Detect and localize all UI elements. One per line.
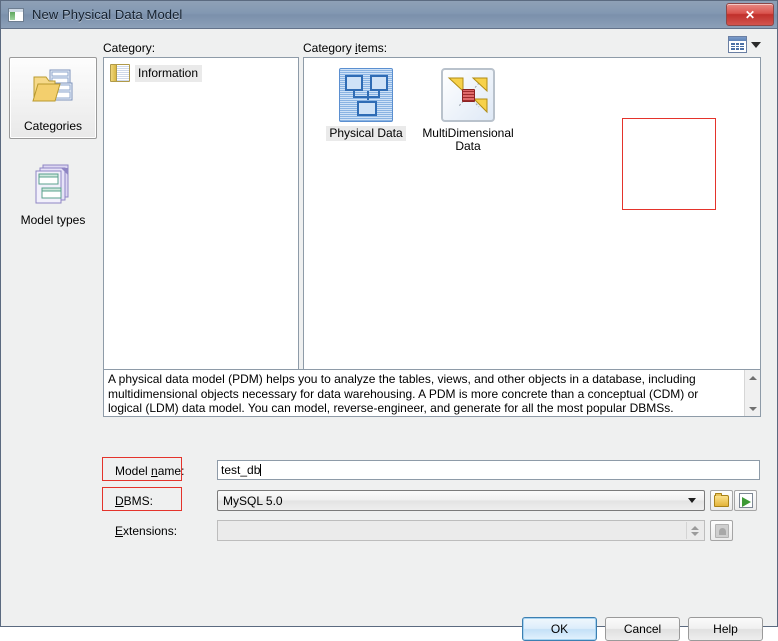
extensions-icon	[714, 523, 729, 538]
tile-label-line1: MultiDimensional	[422, 126, 514, 140]
ok-button[interactable]: OK	[522, 617, 597, 641]
category-list[interactable]: Information	[103, 57, 299, 387]
category-label: Category:	[103, 41, 156, 55]
folder-icon	[714, 492, 729, 507]
tile-label: MultiDimensional Data	[419, 126, 516, 154]
sidebar-item-categories[interactable]: Categories	[9, 57, 97, 139]
help-button[interactable]: Help	[688, 617, 763, 641]
chevron-down-icon[interactable]	[688, 498, 696, 503]
sidebar-item-label: Categories	[23, 119, 83, 133]
scroll-down-arrow-icon[interactable]	[745, 401, 760, 416]
sidebar-item-label: Model types	[20, 213, 86, 227]
dbms-browse-button[interactable]	[710, 490, 733, 511]
category-items-label: Category items:	[303, 41, 388, 55]
description-scrollbar[interactable]	[744, 370, 760, 416]
physical-data-icon	[339, 68, 393, 122]
extensions-button[interactable]	[710, 520, 733, 541]
window-title: New Physical Data Model	[32, 7, 183, 22]
description-text: A physical data model (PDM) helps you to…	[108, 372, 699, 415]
scroll-up-arrow-icon[interactable]	[745, 370, 760, 385]
tile-multidimensional-data[interactable]: MultiDimensional Data	[418, 68, 518, 154]
category-items-list[interactable]: Physical Data MultiDimensional Data	[303, 57, 761, 387]
extensions-input[interactable]	[217, 520, 705, 541]
window-model-icon	[8, 7, 24, 22]
close-button[interactable]: ✕	[726, 3, 774, 26]
new-document-icon	[738, 493, 753, 508]
title-bar: New Physical Data Model ✕	[1, 1, 777, 29]
dialog-window: New Physical Data Model ✕ Category: Cate…	[0, 0, 778, 641]
tile-label-line2: Data	[455, 139, 481, 153]
selection-highlight	[622, 118, 716, 210]
folder-pages-icon	[10, 64, 96, 116]
list-item-label: Information	[135, 64, 203, 82]
stacked-windows-icon	[10, 158, 96, 210]
tile-physical-data[interactable]: Physical Data	[316, 68, 416, 141]
extensions-label: Extensions:	[115, 524, 178, 538]
description-box: A physical data model (PDM) helps you to…	[103, 369, 761, 417]
model-name-value: test_db	[221, 463, 261, 477]
chevron-down-icon[interactable]	[751, 41, 761, 48]
dbms-new-button[interactable]	[734, 490, 757, 511]
information-book-icon	[110, 64, 130, 82]
dialog-client-area: Category: Category items: Categories Mod…	[1, 29, 777, 641]
model-name-label: Model name:	[115, 464, 185, 478]
multidimensional-data-icon	[441, 68, 495, 122]
model-name-input[interactable]: test_db	[217, 460, 760, 480]
dbms-label: DBMS:	[115, 494, 154, 508]
cancel-button[interactable]: Cancel	[605, 617, 680, 641]
view-mode-control[interactable]	[728, 36, 761, 53]
dbms-value: MySQL 5.0	[223, 493, 283, 508]
sidebar-item-model-types[interactable]: Model types	[9, 151, 97, 233]
grid-view-icon[interactable]	[728, 36, 747, 53]
list-item-information[interactable]: Information	[110, 64, 230, 82]
dbms-select[interactable]: MySQL 5.0	[217, 490, 705, 511]
sidebar-rail: Categories Model types	[9, 57, 97, 387]
text-caret	[260, 464, 262, 476]
tile-label: Physical Data	[326, 126, 406, 141]
spinner-icon[interactable]	[686, 522, 703, 539]
